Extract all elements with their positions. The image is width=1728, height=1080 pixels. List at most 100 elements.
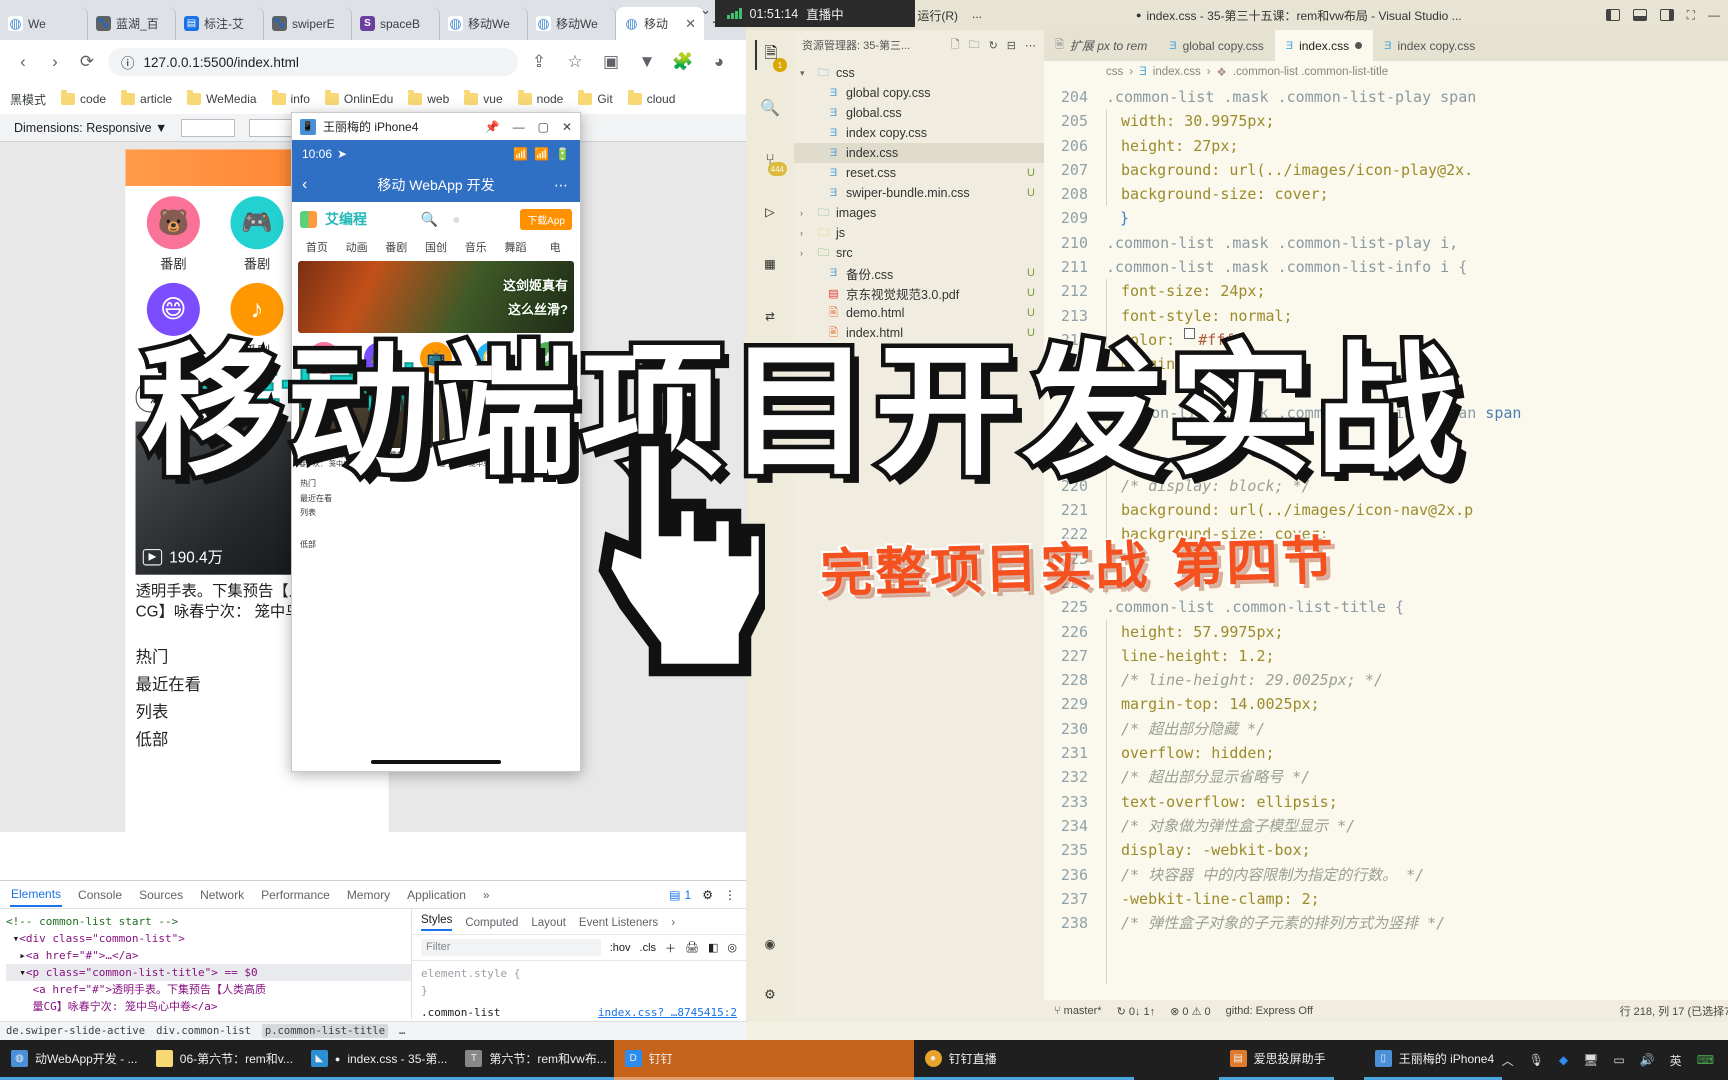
nav-item[interactable]: 🐻 番剧 [132, 196, 216, 273]
tree-folder-images[interactable]: › 🗀 images [794, 203, 1044, 223]
dom-line[interactable]: ▸<a href="#">…</a> [6, 947, 411, 964]
activity-run-debug[interactable]: ▷ [755, 196, 785, 226]
code-line[interactable]: 225 .common-list .common-list-title { [1044, 595, 1728, 619]
tree-file[interactable]: 🖹 demo.html U [794, 303, 1044, 323]
tab-sources[interactable]: Sources [138, 884, 184, 906]
toggle-secondary-sidebar-icon[interactable] [1659, 9, 1674, 21]
activity-settings[interactable]: ⚙ [755, 978, 785, 1008]
avatar[interactable]: ● [452, 211, 460, 227]
dingtalk-icon[interactable]: ◆ [1559, 1053, 1568, 1067]
bookmark-item[interactable]: WeMedia [181, 89, 262, 109]
status-githd[interactable]: githd: Express Off [1226, 1005, 1313, 1017]
volume-icon[interactable]: 🔊 [1640, 1053, 1655, 1067]
bookmark-item[interactable]: web [402, 89, 455, 109]
code-line[interactable]: 231 overflow: hidden; [1044, 741, 1728, 766]
tree-folder-css[interactable]: ▾ 🗀 css [794, 63, 1044, 83]
code-line[interactable]: 228 /* line-height: 29.0025px; */ [1044, 668, 1728, 693]
bookmark-item[interactable]: info [266, 89, 316, 109]
rule-source-link[interactable]: index.css? …8745415:2 [598, 1005, 737, 1019]
collapse-icon[interactable]: ◧ [708, 941, 718, 954]
breadcrumb-overflow[interactable]: … [399, 1025, 405, 1037]
share-icon[interactable]: ⇪ [528, 52, 550, 72]
tab-elements[interactable]: Elements [10, 883, 63, 907]
dom-line[interactable]: 量CG】咏春宁次: 笼中鸟心中卷</a> [6, 998, 411, 1015]
ime-icon[interactable]: ⌨ [1697, 1053, 1714, 1067]
activity-sync[interactable]: ⇄ [755, 300, 785, 330]
tab-layout[interactable]: Layout [531, 917, 566, 929]
code-line[interactable]: 207 background: url(../images/icon-play@2… [1044, 157, 1728, 183]
browser-tab[interactable]: 🐾 swiperE [264, 7, 352, 40]
code-line[interactable]: 212 font-size: 24px; [1044, 279, 1728, 304]
list-item[interactable]: 列表 [300, 506, 572, 520]
search-icon[interactable]: 🔍 [421, 211, 438, 228]
device-width-input[interactable] [181, 118, 236, 137]
profile-icon[interactable]: ◕ [708, 52, 730, 72]
bookmark-item[interactable]: 黑模式 [4, 88, 52, 111]
nav-item[interactable]: 🎮 番剧 [215, 196, 299, 273]
taskbar-item-text[interactable]: T 第六节：rem和vw布... [454, 1040, 614, 1080]
bookmark-item[interactable]: Git [572, 89, 618, 109]
more-icon[interactable]: ⋯ [1025, 39, 1036, 52]
tree-file[interactable]: Ǝ 备份.css U [794, 263, 1044, 283]
chevron-right-icon[interactable]: › [671, 917, 675, 929]
taskbar-item-dingtalk[interactable]: D 钉钉 [613, 1040, 914, 1080]
breadcrumb-item-current[interactable]: p.common-list-title [261, 1024, 389, 1038]
tree-file[interactable]: Ǝ global copy.css [794, 83, 1044, 103]
activity-accounts[interactable]: ◉ [755, 928, 785, 958]
activity-scm[interactable]: ⑂ 444 [755, 144, 787, 176]
tab-console[interactable]: Console [77, 884, 123, 906]
toggle-primary-sidebar-icon[interactable] [1605, 9, 1620, 21]
bookmark-item[interactable]: node [512, 89, 570, 109]
editor-tab[interactable]: Ǝ global copy.css [1158, 30, 1275, 61]
styles-filter-input[interactable]: Filter [421, 939, 601, 956]
dirty-indicator-icon[interactable] [1355, 42, 1363, 49]
code-line[interactable]: 206 height: 27px; [1044, 133, 1728, 158]
new-file-icon[interactable]: 🗋 [951, 36, 960, 55]
phone-tab[interactable]: 动画 [337, 239, 377, 255]
refresh-icon[interactable]: ↻ [989, 39, 998, 52]
browser-tab[interactable]: S spaceB [352, 7, 440, 40]
activity-search[interactable]: 🔍 [755, 92, 785, 122]
hov-toggle[interactable]: :hov [610, 942, 631, 954]
pin-icon[interactable]: 📌 [485, 120, 500, 134]
browser-tab[interactable]: ◍ 移动We [440, 7, 528, 40]
code-line[interactable]: 210 .common-list .mask .common-list-play … [1044, 231, 1728, 255]
code-line[interactable]: 227 line-height: 1.2; [1044, 643, 1728, 669]
phone-tab[interactable]: 电 [535, 239, 575, 255]
phone-tab[interactable]: 国创 [416, 239, 456, 255]
camera-icon[interactable]: ▣ [600, 52, 622, 72]
chevron-down-icon[interactable]: ⌄ [700, 2, 711, 18]
browser-tab[interactable]: ▤ 标注-艾 [176, 7, 264, 40]
list-item[interactable]: 低部 [300, 538, 572, 552]
phone-tab[interactable]: 舞蹈 [496, 239, 536, 255]
code-line[interactable]: 226 height: 57.9975px; [1044, 619, 1728, 644]
bookmark-star-icon[interactable]: ☆ [564, 52, 586, 72]
rule-selector[interactable]: .common-list [421, 1005, 500, 1019]
code-line[interactable] [1044, 935, 1728, 960]
breadcrumb-item[interactable]: .common-list .common-list-title [1233, 66, 1388, 78]
extensions-icon[interactable]: 🧩 [672, 52, 694, 72]
tree-file[interactable]: Ǝ swiper-bundle.min.css U [794, 183, 1044, 203]
code-line[interactable]: 204 .common-list .mask .common-list-play … [1044, 85, 1728, 109]
minimize-icon[interactable]: — [513, 120, 525, 134]
bookmark-item[interactable]: vue [458, 89, 508, 109]
tab-overflow[interactable]: » [482, 884, 491, 906]
address-bar[interactable]: ⓘ 127.0.0.1:5500/index.html [108, 48, 518, 76]
code-line[interactable]: 205 width: 30.9975px; [1044, 109, 1728, 134]
breadcrumb-item[interactable]: div.common-list [156, 1025, 251, 1037]
taskbar-item-vscode[interactable]: ◣ ● index.css - 35-第... [299, 1040, 455, 1080]
tree-file[interactable]: Ǝ reset.css U [794, 163, 1044, 183]
phone-tab[interactable]: 番剧 [376, 239, 416, 255]
bookmark-item[interactable]: code [55, 89, 112, 109]
tab-performance[interactable]: Performance [260, 884, 331, 906]
taskbar-item-dingtalk-live[interactable]: ● 钉钉直播 [913, 1040, 1134, 1080]
breadcrumb-item[interactable]: css [1106, 66, 1123, 78]
taskbar-item-folder[interactable]: 06-第六节：rem和v... [144, 1040, 300, 1080]
code-line[interactable]: 232 /* 超出部分显示省略号 */ [1044, 765, 1728, 790]
code-line[interactable]: 229 margin-top: 14.0025px; [1044, 692, 1728, 717]
activity-explorer[interactable]: 🗎 1 [755, 40, 787, 72]
tree-file[interactable]: ▤ 京东视觉规范3.0.pdf U [794, 283, 1044, 303]
dom-line[interactable]: ▾<div class="common-list"> [6, 930, 411, 947]
editor-tab-active[interactable]: Ǝ index.css [1274, 30, 1374, 61]
gear-icon[interactable]: ⚙ [702, 888, 713, 902]
